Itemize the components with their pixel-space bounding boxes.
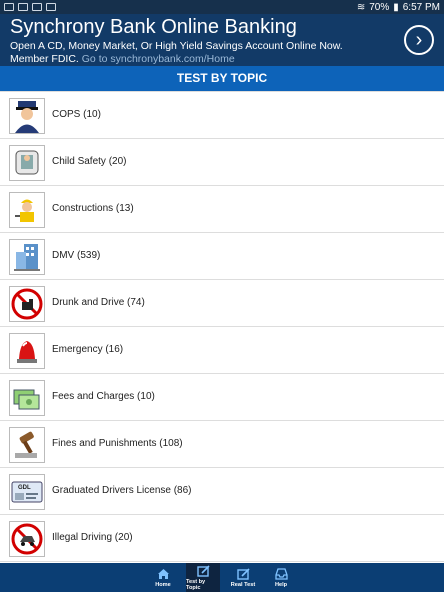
ad-banner[interactable]: Synchrony Bank Online Banking Open A CD,… — [0, 14, 444, 66]
topic-row-constructions[interactable]: Constructions (13) — [0, 186, 444, 233]
test-edit-icon — [236, 568, 250, 581]
ad-disclaimer: Member FDIC. — [10, 53, 79, 65]
topic-row-fines-and-punishments[interactable]: Fines and Punishments (108) — [0, 421, 444, 468]
ad-url[interactable]: Go to synchronybank.com/Home — [82, 53, 235, 65]
topic-row-cops[interactable]: COPS (10) — [0, 92, 444, 139]
ad-title: Synchrony Bank Online Banking — [10, 16, 297, 38]
emergency-siren-icon — [9, 333, 45, 369]
topic-row-illegal-driving[interactable]: Illegal Driving (20) — [0, 515, 444, 562]
police-officer-icon — [9, 98, 45, 134]
topic-row-child-safety[interactable]: Child Safety (20) — [0, 139, 444, 186]
topic-list: COPS (10) Child Safety (20) Construction… — [0, 91, 444, 563]
topic-label: COPS (10) — [52, 109, 101, 120]
topic-label: Drunk and Drive (74) — [52, 297, 145, 308]
bottom-tab-bar: Home Test by Topic Real Test Help — [0, 563, 444, 592]
notification-icon — [4, 3, 14, 11]
battery-percent: 70% — [369, 1, 390, 13]
tab-label: Real Test — [230, 581, 256, 588]
topic-row-graduated-drivers-license[interactable]: GDL Graduated Drivers License (86) — [0, 468, 444, 515]
tab-home[interactable]: Home — [148, 563, 178, 592]
topic-label: Child Safety (20) — [52, 156, 127, 167]
construction-worker-icon — [9, 192, 45, 228]
topic-label: Illegal Driving (20) — [52, 532, 133, 543]
topic-label: Fees and Charges (10) — [52, 391, 155, 402]
cash-icon — [9, 380, 45, 416]
topic-edit-icon — [196, 565, 210, 578]
time: 6:57 PM — [402, 1, 440, 13]
notification-icons — [4, 3, 56, 11]
prohibited-driving-icon — [9, 521, 45, 557]
topic-label: Constructions (13) — [52, 203, 134, 214]
home-icon — [156, 568, 170, 581]
svg-text:GDL: GDL — [18, 485, 31, 491]
ad-footer: Member FDIC. Go to synchronybank.com/Hom… — [10, 53, 235, 65]
tab-test-by-topic[interactable]: Test by Topic — [186, 563, 220, 592]
ad-description: Open A CD, Money Market, Or High Yield S… — [10, 40, 343, 52]
notification-icon — [32, 3, 42, 11]
topic-row-dmv[interactable]: DMV (539) — [0, 233, 444, 280]
child-seat-icon — [9, 145, 45, 181]
no-drinking-driving-icon — [9, 286, 45, 322]
inbox-icon — [274, 568, 288, 581]
notification-icon — [18, 3, 28, 11]
topic-label: Graduated Drivers License (86) — [52, 485, 192, 496]
tab-help[interactable]: Help — [266, 563, 296, 592]
gavel-icon — [9, 427, 45, 463]
notification-icon — [46, 3, 56, 11]
license-card-icon: GDL — [9, 474, 45, 510]
topic-label: DMV (539) — [52, 250, 101, 261]
topic-label: Fines and Punishments (108) — [52, 438, 183, 449]
topic-row-drunk-and-drive[interactable]: Drunk and Drive (74) — [0, 280, 444, 327]
dmv-building-icon — [9, 239, 45, 275]
wifi-icon: ≋ — [356, 1, 366, 13]
topic-label: Emergency (16) — [52, 344, 124, 355]
tab-label: Home — [155, 581, 171, 588]
tab-label: Test by Topic — [186, 578, 206, 591]
chevron-right-icon[interactable]: › — [404, 25, 434, 55]
topic-row-fees-and-charges[interactable]: Fees and Charges (10) — [0, 374, 444, 421]
tab-real-test[interactable]: Real Test — [228, 563, 258, 592]
tab-label: Help — [274, 581, 288, 588]
status-bar: ≋ 70% ▮ 6:57 PM — [0, 0, 444, 14]
battery-icon: ▮ — [393, 1, 399, 13]
page-title: TEST BY TOPIC — [0, 66, 444, 91]
topic-row-emergency[interactable]: Emergency (16) — [0, 327, 444, 374]
